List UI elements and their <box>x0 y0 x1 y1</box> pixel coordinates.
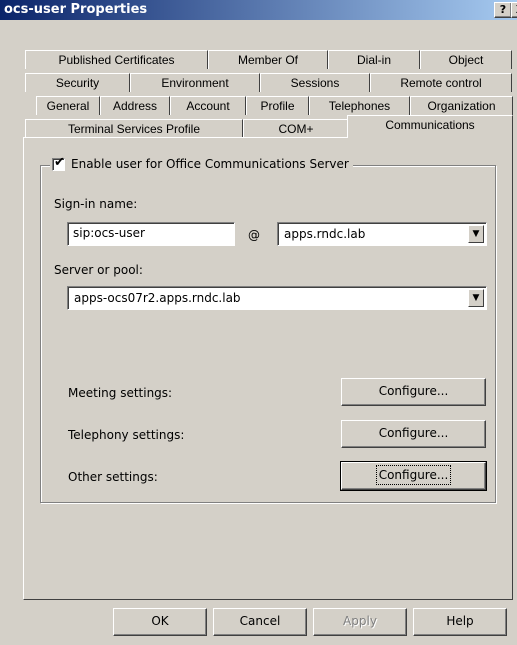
signin-name-label: Sign-in name: <box>54 197 138 211</box>
chevron-down-icon[interactable]: ▼ <box>468 225 484 243</box>
tab-security[interactable]: Security <box>25 73 130 92</box>
server-pool-select[interactable]: apps-ocs07r2.apps.rndc.lab ▼ <box>67 286 487 310</box>
tab-published-certificates[interactable]: Published Certificates <box>25 50 208 69</box>
at-symbol: @ <box>248 228 260 242</box>
domain-value: apps.rndc.lab <box>284 227 366 241</box>
tab-telephones[interactable]: Telephones <box>309 96 410 115</box>
tab-organization[interactable]: Organization <box>410 96 513 115</box>
tab-sessions[interactable]: Sessions <box>260 73 370 92</box>
enable-ocs-label: Enable user for Office Communications Se… <box>71 157 349 171</box>
other-settings-label: Other settings: <box>68 470 158 484</box>
server-pool-value: apps-ocs07r2.apps.rndc.lab <box>74 291 241 305</box>
signin-name-input[interactable]: sip:ocs-user <box>67 222 235 246</box>
close-icon[interactable]: X <box>511 2 517 18</box>
other-configure-button[interactable]: Configure... <box>340 461 487 491</box>
apply-button[interactable]: Apply <box>313 608 407 636</box>
check-icon: ✔ <box>54 154 65 170</box>
telephony-settings-label: Telephony settings: <box>68 428 185 442</box>
enable-ocs-checkbox[interactable]: ✔ <box>52 154 65 171</box>
tab-address[interactable]: Address <box>100 96 170 115</box>
meeting-settings-label: Meeting settings: <box>68 386 173 400</box>
tab-object[interactable]: Object <box>420 50 512 69</box>
ocs-group-box <box>40 165 496 503</box>
help-icon[interactable]: ? <box>494 2 512 18</box>
domain-select[interactable]: apps.rndc.lab ▼ <box>277 222 487 246</box>
chevron-down-icon[interactable]: ▼ <box>468 289 484 307</box>
telephony-configure-button[interactable]: Configure... <box>341 420 486 448</box>
tab-profile[interactable]: Profile <box>246 96 309 115</box>
tab-account[interactable]: Account <box>170 96 246 115</box>
title-bar[interactable]: ocs-user Properties ? X <box>0 0 517 20</box>
tab-terminal-services-profile[interactable]: Terminal Services Profile <box>25 119 243 138</box>
enable-ocs-checkbox-row[interactable]: ✔ Enable user for Office Communications … <box>50 154 353 171</box>
server-pool-label: Server or pool: <box>54 263 143 277</box>
help-button[interactable]: Help <box>413 608 507 636</box>
properties-dialog: ocs-user Properties ? X Published Certif… <box>0 0 517 645</box>
tab-remote-control[interactable]: Remote control <box>370 73 512 92</box>
tab-general[interactable]: General <box>36 96 100 115</box>
tab-com-plus[interactable]: COM+ <box>243 119 349 138</box>
tab-member-of[interactable]: Member Of <box>208 50 328 69</box>
ok-button[interactable]: OK <box>113 608 207 636</box>
window-title: ocs-user Properties <box>4 2 148 17</box>
tab-dial-in[interactable]: Dial-in <box>328 50 420 69</box>
tab-communications[interactable]: Communications <box>347 115 513 138</box>
other-configure-label: Configure... <box>375 465 452 485</box>
cancel-button[interactable]: Cancel <box>213 608 307 636</box>
meeting-configure-button[interactable]: Configure... <box>341 378 486 406</box>
tab-environment[interactable]: Environment <box>130 73 260 92</box>
